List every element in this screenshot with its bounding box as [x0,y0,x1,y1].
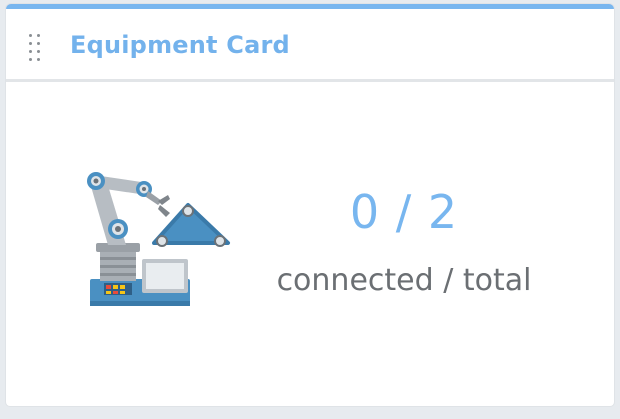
robot-arm-icon [78,161,234,309]
connected-total-count: 0 / 2 [349,185,459,239]
drag-handle-icon[interactable] [28,33,44,65]
card-header: Equipment Card [6,9,614,82]
connected-total-caption: connected / total [276,263,532,298]
card-title: Equipment Card [70,31,290,59]
equipment-card: Equipment Card 0 / 2 connected / total [6,4,614,406]
